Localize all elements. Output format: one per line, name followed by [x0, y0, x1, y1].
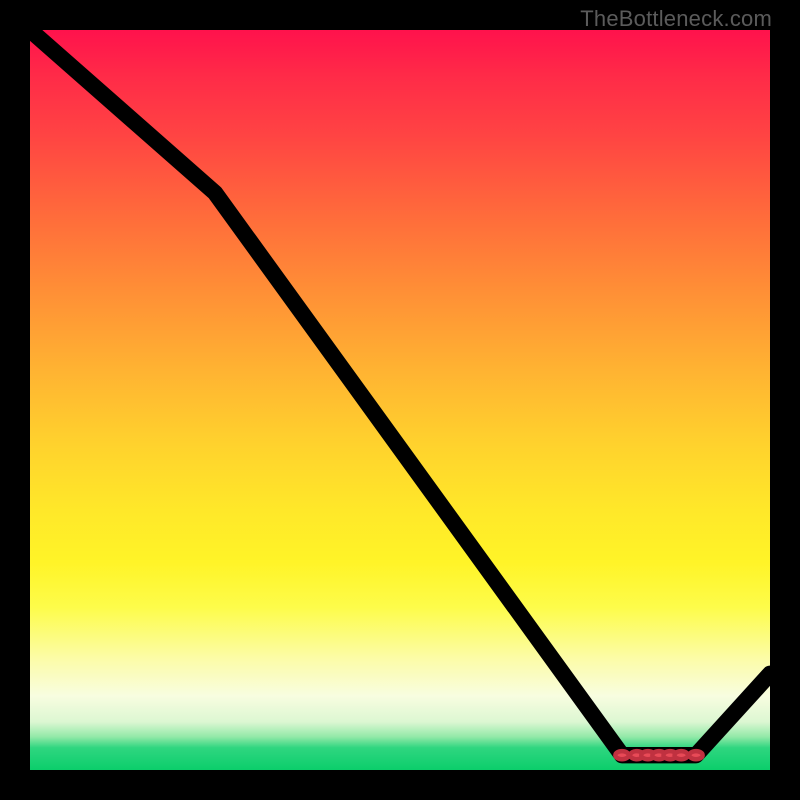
chart-marker-group	[615, 751, 702, 759]
chart-marker	[689, 751, 702, 759]
chart-marker	[675, 751, 688, 759]
watermark-text: TheBottleneck.com	[580, 6, 772, 32]
chart-marker	[615, 751, 628, 759]
chart-marker-layer	[30, 30, 770, 770]
